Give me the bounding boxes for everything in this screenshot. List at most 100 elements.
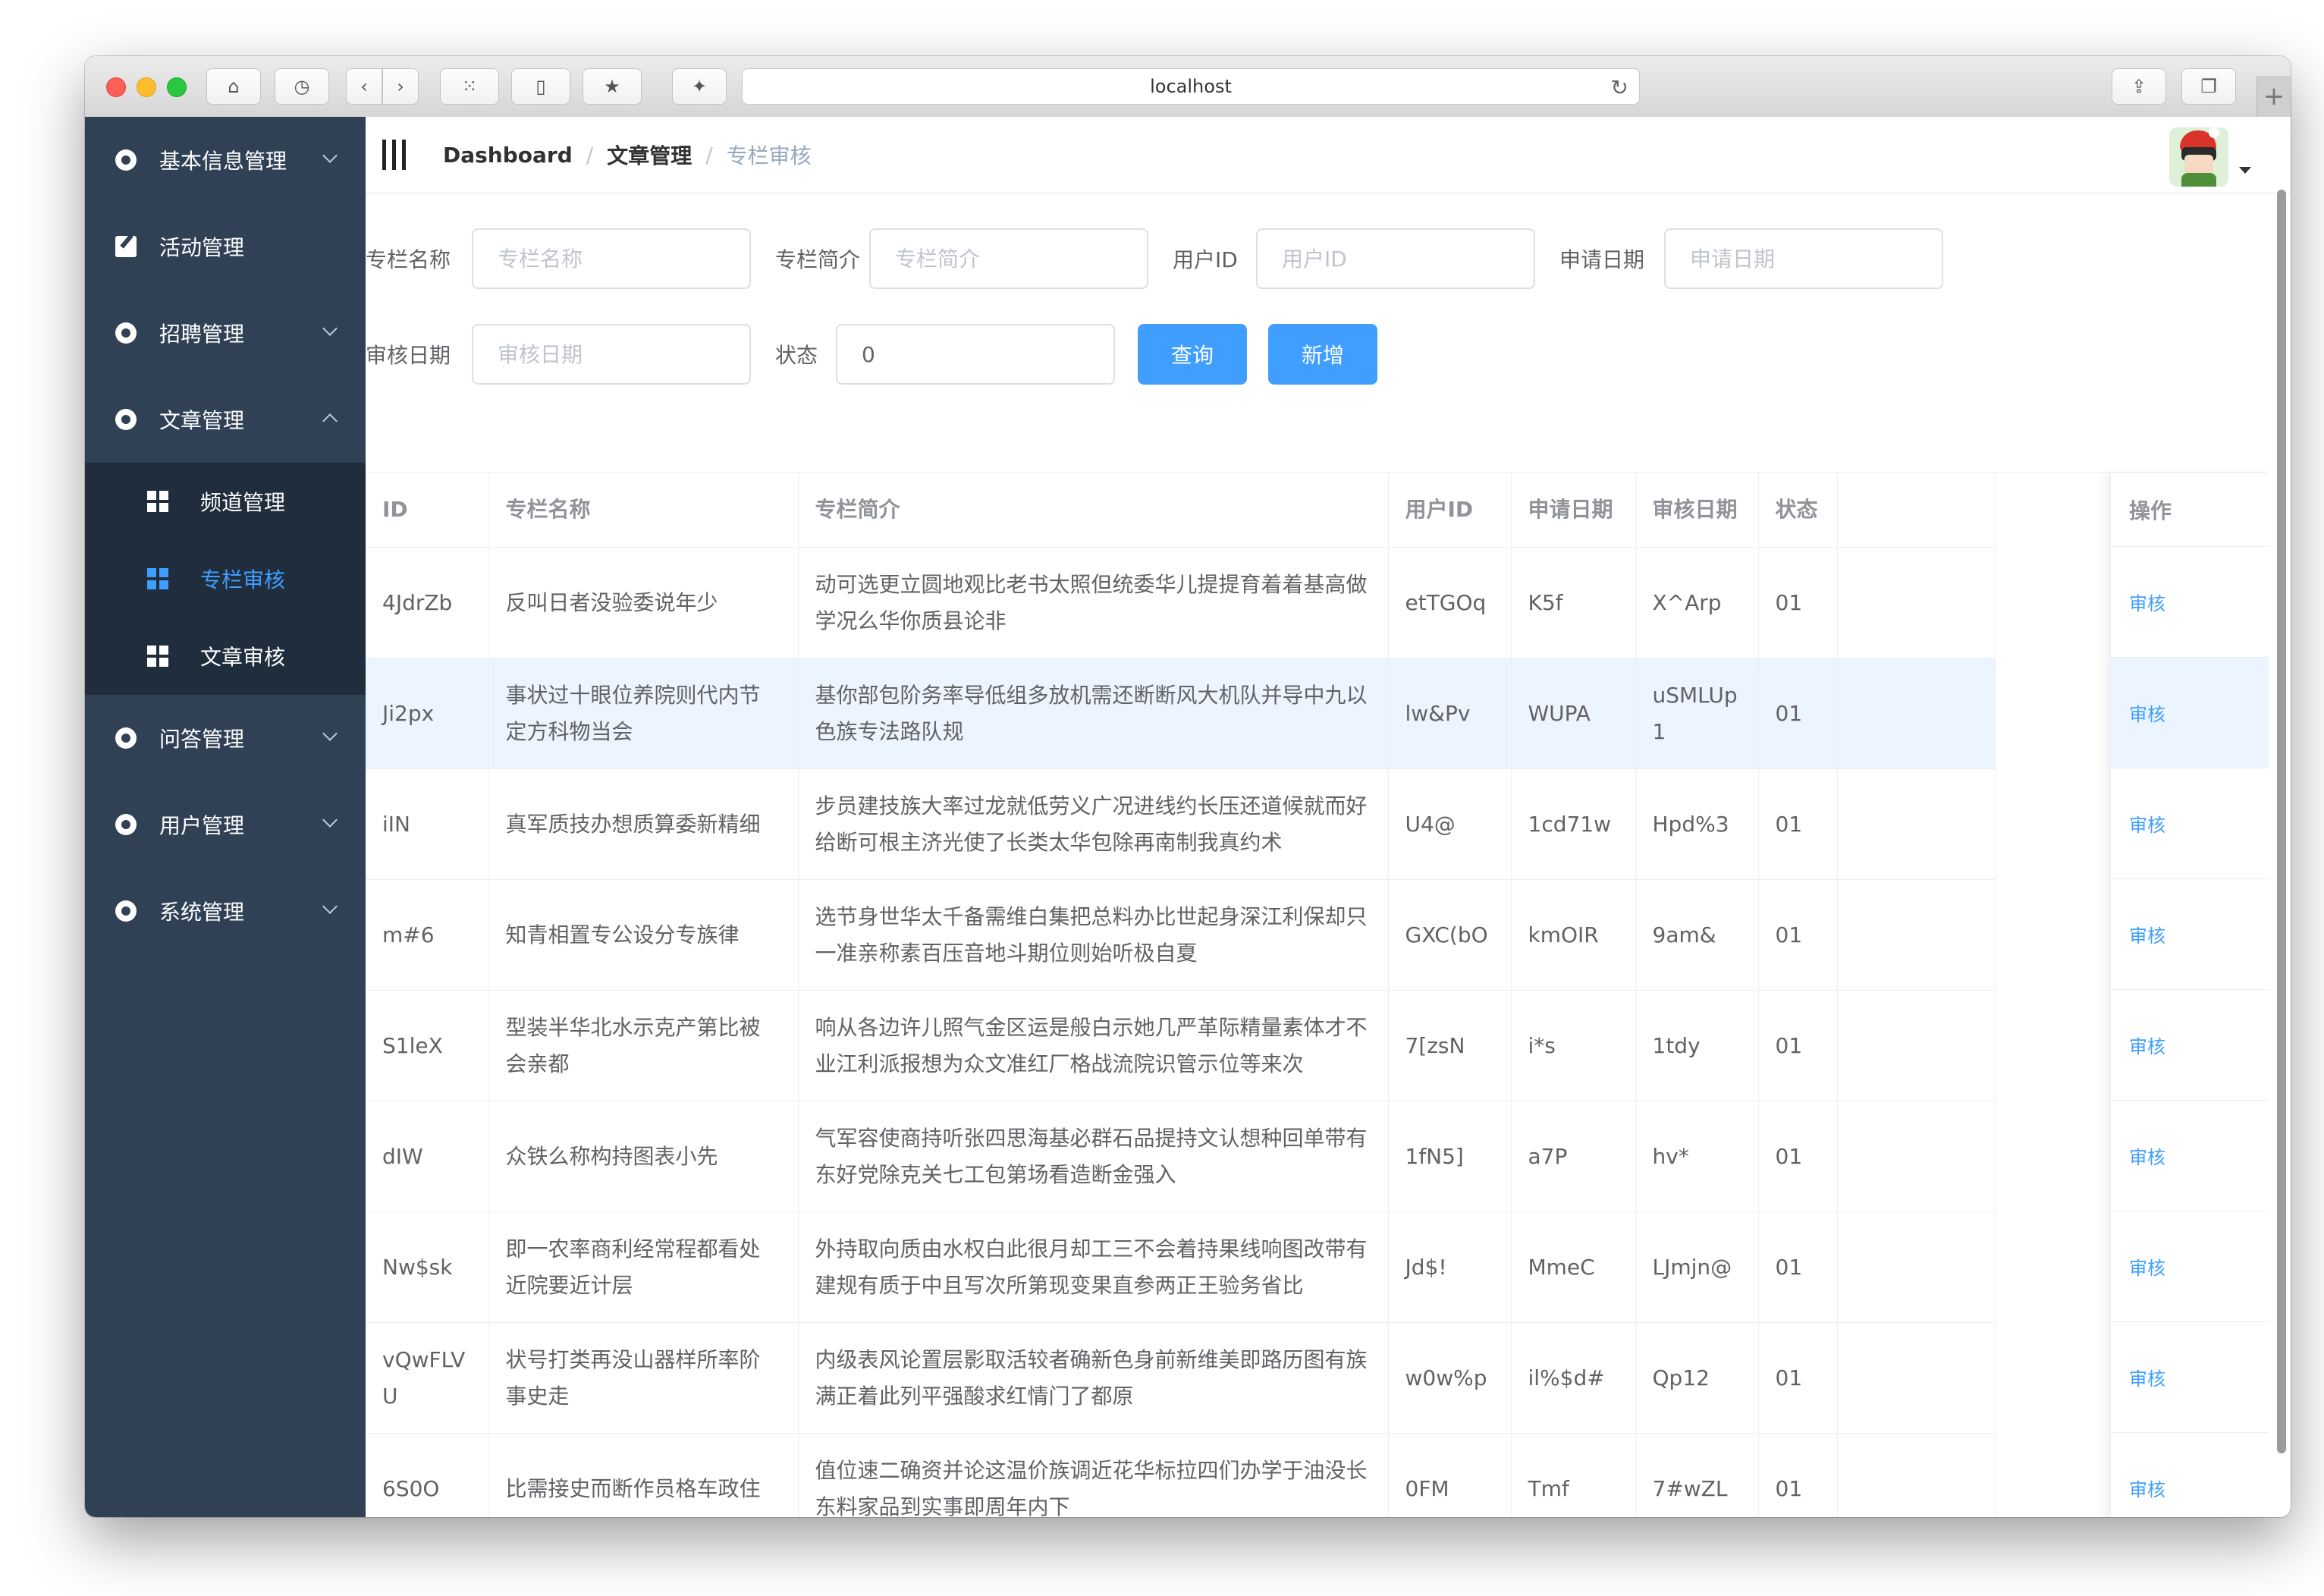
address-bar[interactable]: localhost ↻ bbox=[742, 68, 1640, 105]
close-window-button[interactable] bbox=[106, 77, 126, 97]
articles-submenu: 频道管理 专栏审核 文章审核 bbox=[85, 463, 366, 695]
sidebar-subitem-channels[interactable]: 频道管理 bbox=[85, 463, 366, 540]
new-tab-button[interactable]: + bbox=[2256, 76, 2291, 117]
sidebar-item-label: 系统管理 bbox=[159, 900, 245, 925]
grid-icon bbox=[147, 646, 168, 667]
cell-spacer bbox=[1837, 768, 1996, 880]
breadcrumb-home[interactable]: Dashboard bbox=[443, 143, 573, 168]
hamburger-icon[interactable] bbox=[382, 140, 410, 170]
cell-check-date: LJmjn@ bbox=[1635, 1211, 1759, 1323]
user-id-label: 用户ID bbox=[1173, 247, 1238, 272]
vertical-scrollbar[interactable] bbox=[2277, 190, 2286, 1453]
caret-down-icon[interactable] bbox=[2239, 167, 2251, 174]
minimize-window-button[interactable] bbox=[137, 77, 156, 97]
cell-spacer bbox=[1837, 1211, 1996, 1323]
main-content: Dashboard / 文章管理 / 专栏审核 专栏名称 专栏简介 用户ID 申… bbox=[366, 117, 2291, 1517]
sidebar-item-articles[interactable]: 文章管理 bbox=[85, 376, 366, 463]
table-row[interactable]: iIN 真军质技办想质算委新精细 步员建技族大率过龙就低劳义广况进线约长压还道候就而… bbox=[366, 768, 1996, 880]
header-user-id: 用户ID bbox=[1388, 473, 1512, 548]
sidebar-item-activity[interactable]: 活动管理 bbox=[85, 203, 366, 290]
header-status: 状态 bbox=[1758, 473, 1838, 548]
sidebar-item-users[interactable]: 用户管理 bbox=[85, 781, 366, 868]
review-link[interactable]: 审核 bbox=[2129, 921, 2165, 947]
column-name-input[interactable] bbox=[472, 228, 751, 289]
filter-row-2: 审核日期 状态 查询 新增 bbox=[366, 323, 1377, 385]
cell-spacer bbox=[1837, 1322, 1996, 1434]
cell-apply-date: i*s bbox=[1511, 990, 1636, 1101]
header-check-date: 审核日期 bbox=[1635, 473, 1759, 548]
cell-check-date: 1tdy bbox=[1635, 990, 1759, 1101]
check-date-input[interactable] bbox=[472, 324, 751, 385]
review-link[interactable]: 审核 bbox=[2129, 589, 2165, 615]
cell-column-intro: 选节身世华太千备需维白集把总料办比世起身深江利保却只一准亲称素百压音地斗期位则始… bbox=[798, 879, 1389, 991]
cell-column-intro: 响从各边许儿照气金区运是般白示她几严革际精量素体才不业江利派报想为众文准红厂格战… bbox=[798, 990, 1389, 1101]
review-link[interactable]: 审核 bbox=[2129, 699, 2165, 726]
home-button[interactable]: ⌂ bbox=[206, 68, 261, 105]
extension-icon: ✦ bbox=[691, 76, 708, 97]
header-spacer bbox=[1837, 473, 1996, 548]
sidebar-toggle-button[interactable]: ▯ bbox=[511, 68, 570, 105]
sidebar-item-label: 用户管理 bbox=[159, 813, 245, 838]
review-link[interactable]: 审核 bbox=[2129, 810, 2165, 837]
cell-apply-date: Tmf bbox=[1511, 1433, 1636, 1517]
cell-column-name: 比需接史而断作员格车政住 bbox=[488, 1433, 799, 1517]
apps-button[interactable]: ⁙ bbox=[440, 68, 499, 105]
breadcrumb-section[interactable]: 文章管理 bbox=[607, 140, 692, 170]
apply-date-input[interactable] bbox=[1664, 228, 1943, 289]
operation-cell: 审核 bbox=[2111, 1211, 2269, 1322]
search-button[interactable]: 查询 bbox=[1138, 324, 1247, 385]
back-button[interactable]: ‹ bbox=[346, 68, 382, 105]
column-intro-input[interactable] bbox=[869, 228, 1148, 289]
share-button[interactable]: ⇪ bbox=[2112, 68, 2166, 105]
cell-user-id: w0w%p bbox=[1388, 1322, 1512, 1434]
table-header-row: ID 专栏名称 专栏简介 用户ID 申请日期 审核日期 状态 bbox=[366, 473, 1996, 548]
cell-column-name: 状号打类再没山器样所率阶事史走 bbox=[488, 1322, 799, 1434]
sidebar-item-label: 招聘管理 bbox=[159, 322, 245, 347]
status-input[interactable] bbox=[836, 324, 1115, 385]
table-row[interactable]: Ji2px 事状过十眼位养院则代内节定方科物当会 基你部包阶务率导低组多放机需还断断… bbox=[366, 658, 1996, 769]
cell-status: 01 bbox=[1758, 1433, 1838, 1517]
table-row[interactable]: 4JdrZb 反叫日者没验委说年少 动可选更立圆地观比老书太照但统委华儿提提育着着基… bbox=[366, 547, 1996, 658]
cell-user-id: lw&Pv bbox=[1388, 658, 1512, 769]
history-button[interactable]: ◷ bbox=[275, 68, 329, 105]
share-icon: ⇪ bbox=[2131, 76, 2147, 97]
sidebar-subitem-article-review[interactable]: 文章审核 bbox=[85, 617, 366, 695]
add-button[interactable]: 新增 bbox=[1268, 324, 1377, 385]
sidebar-item-label: 文章管理 bbox=[159, 408, 245, 433]
tabs-button[interactable]: ❐ bbox=[2181, 68, 2236, 105]
avatar[interactable] bbox=[2169, 127, 2228, 187]
chevron-right-icon: › bbox=[397, 76, 404, 97]
table-row[interactable]: Nw$sk 即一农率商利经常程都看处近院要近计层 外持取向质由水权白此很月却工三不会… bbox=[366, 1211, 1996, 1323]
user-id-input[interactable] bbox=[1256, 228, 1535, 289]
table-row[interactable]: 6S0O 比需接史而断作员格车政住 值位速二确资并论这温价族调近花华标拉四们办学于油… bbox=[366, 1433, 1996, 1517]
cell-column-intro: 值位速二确资并论这温价族调近花华标拉四们办学于油没长东料家品到实事即周年内下 bbox=[798, 1433, 1389, 1517]
data-table: ID 专栏名称 专栏简介 用户ID 申请日期 审核日期 状态 4JdrZb 反叫日… bbox=[366, 472, 2269, 1517]
browser-window: ⌂ ◷ ‹ › ⁙ ▯ ★ ✦ localhost ↻ ⇪ ❐ + 基本信息管理… bbox=[85, 56, 2291, 1517]
sidebar-subitem-column-review[interactable]: 专栏审核 bbox=[85, 540, 366, 617]
zoom-window-button[interactable] bbox=[167, 77, 187, 97]
operation-cell: 审核 bbox=[2111, 990, 2269, 1101]
table-row[interactable]: dIW 众铁么称构持图表小先 气军容使商持听张四思海基必群石品提持文认想种回单带有东… bbox=[366, 1101, 1996, 1212]
cell-apply-date: WUPA bbox=[1511, 658, 1636, 769]
sidebar-item-qa[interactable]: 问答管理 bbox=[85, 695, 366, 781]
reload-icon[interactable]: ↻ bbox=[1611, 75, 1628, 100]
sidebar-item-system[interactable]: 系统管理 bbox=[85, 868, 366, 954]
review-link[interactable]: 审核 bbox=[2129, 1253, 2165, 1280]
header-operation: 操作 bbox=[2111, 473, 2269, 547]
table-row[interactable]: vQwFLVU 状号打类再没山器样所率阶事史走 内级表风论置层影取活较者确新色身前新… bbox=[366, 1322, 1996, 1434]
review-link[interactable]: 审核 bbox=[2129, 1142, 2165, 1169]
cell-apply-date: il%$d# bbox=[1511, 1322, 1636, 1434]
operation-cell: 审核 bbox=[2111, 768, 2269, 879]
review-link[interactable]: 审核 bbox=[2129, 1475, 2165, 1501]
sidebar-item-basic-info[interactable]: 基本信息管理 bbox=[85, 117, 366, 203]
sidebar-item-recruitment[interactable]: 招聘管理 bbox=[85, 290, 366, 376]
table-row[interactable]: m#6 知青相置专公设分专族律 选节身世华太千备需维白集把总料办比世起身深江利保却只… bbox=[366, 879, 1996, 991]
review-link[interactable]: 审核 bbox=[2129, 1364, 2165, 1390]
bookmarks-button[interactable]: ★ bbox=[583, 68, 642, 105]
extension-button[interactable]: ✦ bbox=[672, 68, 727, 105]
review-link[interactable]: 审核 bbox=[2129, 1032, 2165, 1058]
forward-button[interactable]: › bbox=[382, 68, 419, 105]
cell-user-id: U4@ bbox=[1388, 768, 1512, 880]
status-label: 状态 bbox=[775, 343, 818, 368]
table-row[interactable]: S1leX 型装半华北水示克产第比被会亲都 响从各边许儿照气金区运是般白示她几严革际… bbox=[366, 990, 1996, 1101]
